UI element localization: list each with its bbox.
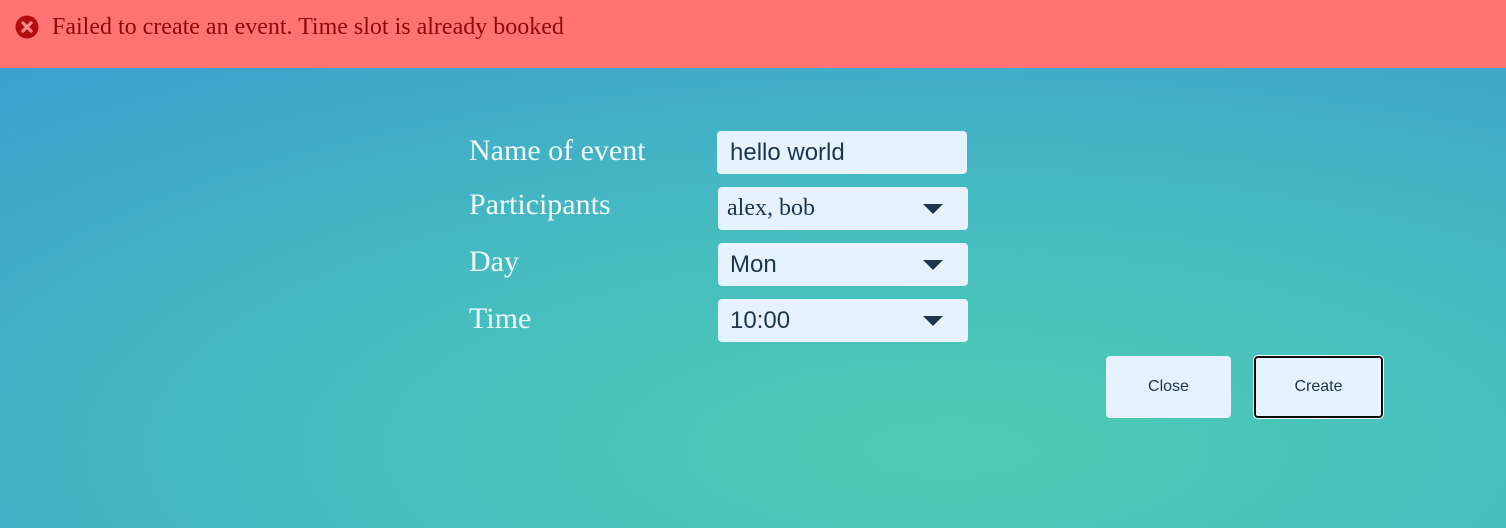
time-value: 10:00 [730,307,791,334]
event-name-label: Name of event [469,134,646,167]
error-banner: Failed to create an event. Time slot is … [0,0,1506,68]
chevron-down-icon [923,316,943,326]
chevron-down-icon [923,260,943,270]
chevron-down-icon [923,204,943,214]
close-button[interactable]: Close [1106,356,1231,418]
participants-label: Participants [469,188,611,221]
error-circle-x-icon [15,15,39,39]
time-label: Time [469,302,532,335]
create-button[interactable]: Create [1254,356,1383,418]
time-select[interactable]: 10:00 [718,299,968,342]
participants-select[interactable]: alex, bob [718,187,968,230]
error-message: Failed to create an event. Time slot is … [52,14,564,40]
participants-value: alex, bob [727,195,815,221]
day-select[interactable]: Mon [718,243,968,286]
day-value: Mon [730,251,777,278]
day-label: Day [469,245,519,278]
event-name-input[interactable] [717,131,967,174]
